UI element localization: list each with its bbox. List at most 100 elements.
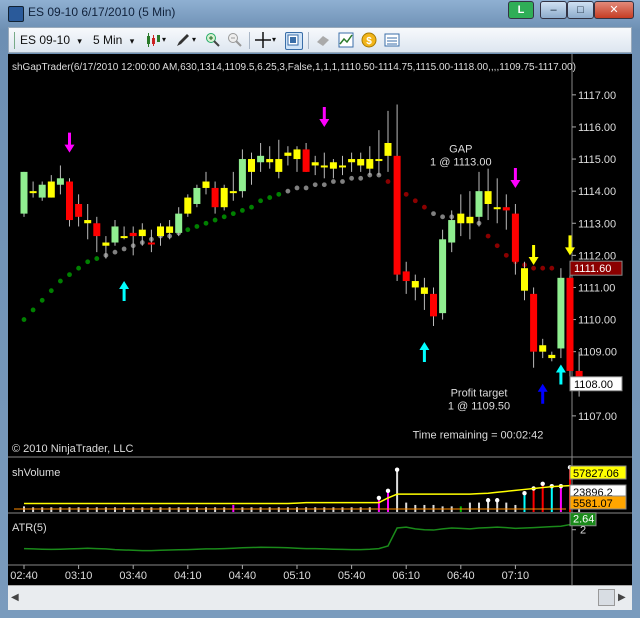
stop-dot — [258, 198, 263, 204]
stop-dot — [431, 211, 436, 217]
candle-body — [220, 187, 228, 208]
volume-spike-dot — [485, 498, 491, 503]
app-icon — [8, 6, 24, 22]
candle-body — [302, 149, 310, 172]
toolbar: ES 09-10 ▾ 5 Min ▾ ▾ ▾ ▾ $ — [8, 27, 632, 53]
candle-body — [56, 178, 64, 185]
x-tick-label: 06:10 — [392, 570, 420, 582]
candle-body — [402, 271, 410, 282]
volume-spike-dot — [495, 498, 500, 503]
candle-body — [193, 187, 201, 204]
link-button[interactable]: L — [508, 1, 534, 19]
x-tick-label: 02:40 — [10, 570, 38, 582]
candle-body — [466, 216, 474, 224]
volume-spike-dot — [540, 481, 545, 486]
instrument-label: ES 09-10 — [20, 33, 71, 47]
stop-dot — [30, 307, 36, 313]
close-button[interactable]: ✕ — [594, 1, 634, 19]
stop-dot — [267, 195, 273, 200]
scroll-left-arrow-icon[interactable]: ◀ — [11, 592, 19, 603]
strategy-icon[interactable] — [315, 32, 331, 48]
chevron-down-icon[interactable]: ▾ — [192, 32, 196, 48]
volume-spike-dot — [394, 467, 400, 472]
indicators-icon[interactable] — [338, 32, 354, 48]
maximize-button[interactable]: □ — [567, 1, 594, 19]
data-box-icon[interactable] — [384, 32, 400, 48]
candle-body — [47, 181, 55, 198]
chart-annotation: 1 @ 1109.50 — [448, 400, 510, 412]
candle-body — [184, 197, 192, 214]
stop-dot — [85, 259, 91, 265]
down-arrow-icon — [64, 132, 75, 153]
stop-dot — [249, 204, 254, 210]
chevron-down-icon[interactable]: ▾ — [272, 32, 276, 48]
candle-body — [457, 213, 465, 224]
stop-dot — [403, 191, 409, 197]
properties-icon[interactable] — [285, 32, 303, 50]
interval-selector[interactable]: 5 Min ▾ — [93, 32, 134, 48]
crosshair-icon[interactable] — [255, 32, 271, 48]
chart-annotation: Profit target — [451, 388, 508, 400]
chart-annotation: Time remaining = 00:02:42 — [413, 429, 544, 441]
candle-body — [548, 354, 556, 359]
horizontal-scrollbar[interactable]: ◀ ▶ — [8, 585, 632, 610]
money-icon[interactable]: $ — [361, 32, 377, 48]
candle-body — [384, 142, 392, 156]
stop-dot — [185, 227, 191, 233]
y-tick-label: 1116.00 — [578, 122, 616, 134]
up-arrow-icon — [119, 281, 130, 302]
stop-dot — [221, 214, 227, 220]
zoom-out-icon[interactable] — [227, 32, 243, 48]
copyright-text: © 2010 NinjaTrader, LLC — [12, 443, 133, 455]
candle-body — [238, 159, 246, 192]
candle-body — [38, 184, 46, 198]
candle-body — [430, 293, 437, 317]
stop-dot — [21, 317, 27, 322]
volume-spike-dot — [376, 495, 382, 501]
svg-text:$: $ — [366, 36, 372, 47]
chart-window: ES 09-10 6/17/2010 (5 Min) L – □ ✕ ES 09… — [0, 0, 640, 618]
up-arrow-icon — [555, 364, 566, 385]
candle-body — [411, 281, 419, 288]
up-arrow-icon — [537, 383, 548, 404]
stop-dot — [485, 233, 491, 239]
atr-y-tick-label: 2 — [580, 525, 586, 537]
candles-icon[interactable] — [145, 32, 161, 48]
stop-dot — [285, 188, 291, 194]
candle-body — [393, 155, 401, 275]
y-tick-label: 1114.00 — [578, 186, 616, 198]
chart-canvas[interactable]: shGapTrader(6/17/2010 12:00:00 AM,630,13… — [8, 54, 632, 585]
stop-dot — [358, 175, 364, 181]
stop-dot — [230, 211, 236, 217]
stop-dot — [67, 272, 72, 278]
pencil-icon[interactable] — [175, 32, 191, 48]
candle-body — [366, 159, 374, 169]
stop-dot — [412, 198, 418, 204]
chart-annotation: 1 @ 1113.00 — [430, 156, 492, 168]
candle-body — [557, 277, 565, 349]
x-tick-label: 05:40 — [338, 570, 366, 582]
stop-dot — [422, 204, 427, 210]
volume-spike-dot — [385, 488, 391, 494]
candle-body — [329, 162, 337, 169]
stop-dot — [549, 265, 555, 271]
instrument-selector[interactable]: ES 09-10 ▾ — [20, 32, 82, 48]
candle-body — [484, 191, 492, 204]
minimize-button[interactable]: – — [540, 1, 567, 19]
scroll-right-arrow-icon[interactable]: ▶ — [618, 592, 626, 603]
chevron-down-icon[interactable]: ▾ — [162, 32, 166, 48]
stop-dot — [48, 288, 54, 294]
candle-body — [138, 229, 146, 237]
candle-body — [348, 159, 356, 163]
candle-body — [93, 223, 101, 237]
chart-area[interactable]: shGapTrader(6/17/2010 12:00:00 AM,630,13… — [8, 54, 632, 610]
scroll-thumb[interactable] — [598, 589, 615, 606]
indicator-label: shGapTrader(6/17/2010 12:00:00 AM,630,13… — [12, 62, 576, 73]
price-marker-label: 1108.00 — [574, 379, 613, 391]
stop-dot — [212, 217, 218, 223]
stop-dot — [276, 191, 282, 197]
stop-dot — [39, 297, 45, 303]
y-tick-label: 1111.00 — [578, 282, 615, 294]
zoom-in-icon[interactable] — [205, 32, 221, 48]
window-title: ES 09-10 6/17/2010 (5 Min) — [28, 5, 176, 19]
